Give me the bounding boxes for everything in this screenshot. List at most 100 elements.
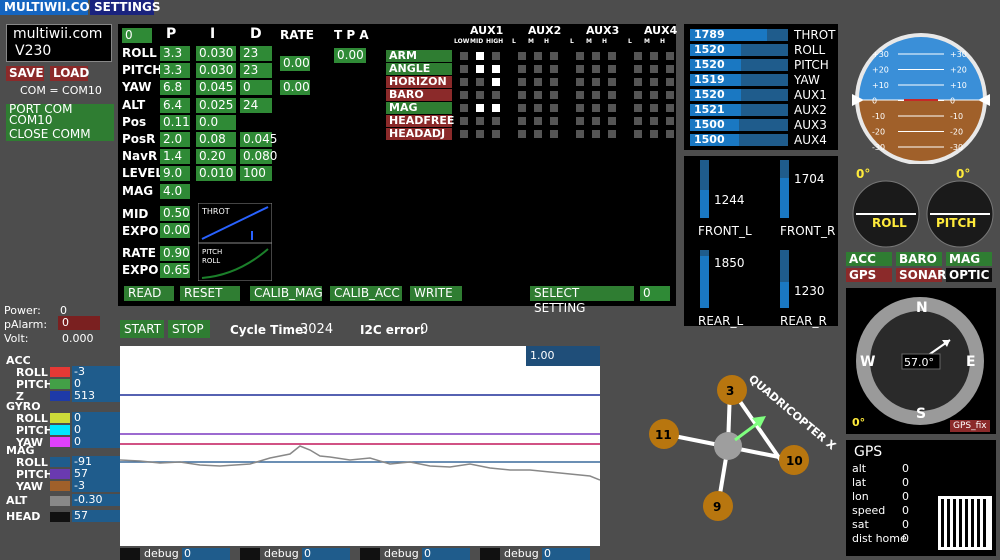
pid-i-value[interactable]: 0.030 <box>196 63 236 79</box>
select-setting-value[interactable]: 0 <box>640 286 670 301</box>
aux-checkbox[interactable] <box>650 91 658 99</box>
sensor-swatch[interactable] <box>50 379 70 389</box>
debug-swatch[interactable] <box>120 548 140 560</box>
sensor-swatch[interactable] <box>50 425 70 435</box>
aux-checkbox[interactable] <box>576 65 584 73</box>
aux-checkbox[interactable] <box>634 91 642 99</box>
aux-checkbox[interactable] <box>550 52 558 60</box>
pid-p-value[interactable]: 4.0 <box>160 183 190 199</box>
aux-checkbox[interactable] <box>650 52 658 60</box>
aux-checkbox[interactable] <box>518 65 526 73</box>
aux-checkbox[interactable] <box>666 91 674 99</box>
aux-checkbox[interactable] <box>666 78 674 86</box>
aux-checkbox[interactable] <box>534 78 542 86</box>
aux-checkbox[interactable] <box>518 78 526 86</box>
sensor-swatch[interactable] <box>50 391 70 401</box>
aux-checkbox[interactable] <box>492 130 500 138</box>
aux-checkbox[interactable] <box>650 78 658 86</box>
aux-checkbox[interactable] <box>476 65 484 73</box>
aux-checkbox[interactable] <box>666 104 674 112</box>
sensor-swatch[interactable] <box>50 437 70 447</box>
aux-checkbox[interactable] <box>534 52 542 60</box>
pid-i-value[interactable]: 0.08 <box>196 132 236 147</box>
pid-d-value[interactable]: 23 <box>240 63 272 79</box>
aux-checkbox[interactable] <box>492 104 500 112</box>
aux-checkbox[interactable] <box>492 91 500 99</box>
pid-p-value[interactable]: 6.4 <box>160 97 190 113</box>
aux-checkbox[interactable] <box>576 117 584 125</box>
aux-checkbox[interactable] <box>592 104 600 112</box>
pid-i-value[interactable]: 0.010 <box>196 166 236 182</box>
reset-button[interactable]: RESET <box>180 286 240 301</box>
save-button[interactable]: SAVE <box>6 66 44 81</box>
aux-checkbox[interactable] <box>576 78 584 86</box>
aux-checkbox[interactable] <box>476 91 484 99</box>
aux-checkbox[interactable] <box>608 78 616 86</box>
calib-acc-button[interactable]: CALIB_ACC <box>330 286 402 301</box>
aux-checkbox[interactable] <box>666 117 674 125</box>
calib-mag-button[interactable]: CALIB_MAG <box>250 286 323 301</box>
aux-checkbox[interactable] <box>550 65 558 73</box>
select-setting-button[interactable]: SELECT SETTING <box>530 286 634 315</box>
sensor-swatch[interactable] <box>50 469 70 479</box>
sensor-swatch[interactable] <box>50 367 70 377</box>
rate-roll-pitch[interactable]: 0.00 <box>280 56 310 71</box>
aux-checkbox[interactable] <box>534 91 542 99</box>
aux-checkbox[interactable] <box>666 52 674 60</box>
aux-checkbox[interactable] <box>634 78 642 86</box>
aux-checkbox[interactable] <box>576 130 584 138</box>
pid-p-value[interactable]: 3.3 <box>160 46 190 61</box>
aux-checkbox[interactable] <box>476 117 484 125</box>
start-button[interactable]: START <box>120 320 164 338</box>
aux-checkbox[interactable] <box>550 117 558 125</box>
tab-multiwii[interactable]: MULTIWII.COM <box>0 0 102 15</box>
load-button[interactable]: LOAD <box>50 66 89 81</box>
aux-checkbox[interactable] <box>460 104 468 112</box>
aux-checkbox[interactable] <box>592 78 600 86</box>
pid-i-value[interactable]: 0.045 <box>196 80 236 96</box>
aux-checkbox[interactable] <box>492 52 500 60</box>
tab-settings[interactable]: SETTINGS <box>90 0 161 15</box>
rc-expo-value[interactable]: 0.65 <box>160 263 190 278</box>
sensor-swatch[interactable] <box>50 481 70 491</box>
aux-checkbox[interactable] <box>518 117 526 125</box>
port-com-select[interactable]: PORT COM COM10 <box>6 103 114 128</box>
debug-swatch[interactable] <box>360 548 380 560</box>
aux-checkbox[interactable] <box>518 130 526 138</box>
aux-checkbox[interactable] <box>534 130 542 138</box>
rc-rate-value[interactable]: 0.90 <box>160 246 190 261</box>
aux-checkbox[interactable] <box>634 52 642 60</box>
pid-i-value[interactable]: 0.0 <box>196 114 236 130</box>
aux-checkbox[interactable] <box>592 65 600 73</box>
aux-checkbox[interactable] <box>608 65 616 73</box>
aux-checkbox[interactable] <box>476 78 484 86</box>
aux-checkbox[interactable] <box>650 104 658 112</box>
aux-checkbox[interactable] <box>460 91 468 99</box>
aux-checkbox[interactable] <box>476 130 484 138</box>
pid-d-value[interactable]: 0.045 <box>240 132 277 147</box>
aux-checkbox[interactable] <box>634 104 642 112</box>
aux-checkbox[interactable] <box>550 78 558 86</box>
aux-checkbox[interactable] <box>666 65 674 73</box>
write-button[interactable]: WRITE <box>410 286 462 301</box>
aux-checkbox[interactable] <box>518 52 526 60</box>
stop-button[interactable]: STOP <box>168 320 210 338</box>
aux-checkbox[interactable] <box>608 104 616 112</box>
aux-checkbox[interactable] <box>592 91 600 99</box>
expo-value[interactable]: 0.00 <box>160 223 190 238</box>
pid-p-value[interactable]: 2.0 <box>160 132 190 147</box>
aux-checkbox[interactable] <box>576 52 584 60</box>
sensor-swatch[interactable] <box>50 457 70 467</box>
aux-checkbox[interactable] <box>550 130 558 138</box>
aux-checkbox[interactable] <box>518 91 526 99</box>
aux-checkbox[interactable] <box>634 65 642 73</box>
aux-checkbox[interactable] <box>650 65 658 73</box>
aux-checkbox[interactable] <box>650 117 658 125</box>
pid-i-value[interactable]: 0.030 <box>196 46 236 61</box>
aux-checkbox[interactable] <box>534 104 542 112</box>
pid-p-value[interactable]: 9.0 <box>160 166 190 182</box>
rate-yaw[interactable]: 0.00 <box>280 80 310 95</box>
aux-checkbox[interactable] <box>492 78 500 86</box>
head-swatch[interactable] <box>50 512 70 522</box>
pid-p-value[interactable]: 6.8 <box>160 80 190 96</box>
